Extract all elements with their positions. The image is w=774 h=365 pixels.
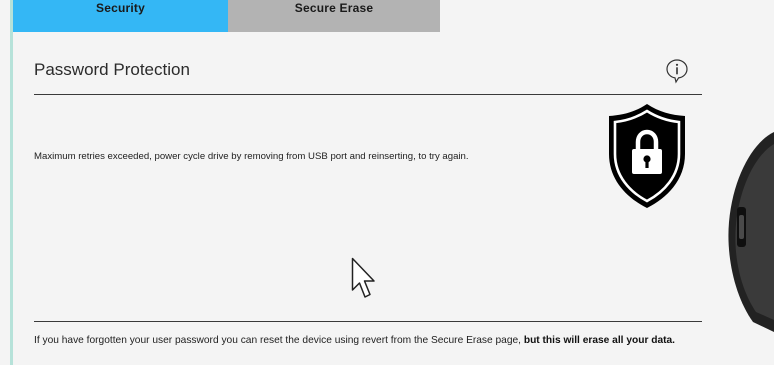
mouse-cursor-icon (351, 257, 375, 298)
help-text-warning: but this will erase all your data. (523, 335, 676, 346)
tab-secure-erase-label: Secure Erase (294, 1, 374, 15)
help-text-body: If you have forgotten your user password… (34, 335, 522, 346)
drive-device-image (728, 132, 774, 332)
footer-divider (34, 321, 702, 322)
panel-title: Password Protection (34, 60, 190, 79)
tab-security[interactable]: Security (13, 0, 228, 32)
tab-bar: Security Secure Erase (13, 0, 440, 32)
status-message: Maximum retries exceeded, power cycle dr… (34, 151, 469, 162)
info-icon[interactable] (665, 58, 689, 84)
tab-security-label: Security (96, 1, 145, 15)
tab-secure-erase[interactable]: Secure Erase (228, 0, 440, 32)
shield-lock-icon (609, 104, 685, 208)
left-accent-bar (10, 0, 13, 365)
title-divider (34, 94, 702, 95)
help-text: If you have forgotten your user password… (34, 333, 694, 348)
